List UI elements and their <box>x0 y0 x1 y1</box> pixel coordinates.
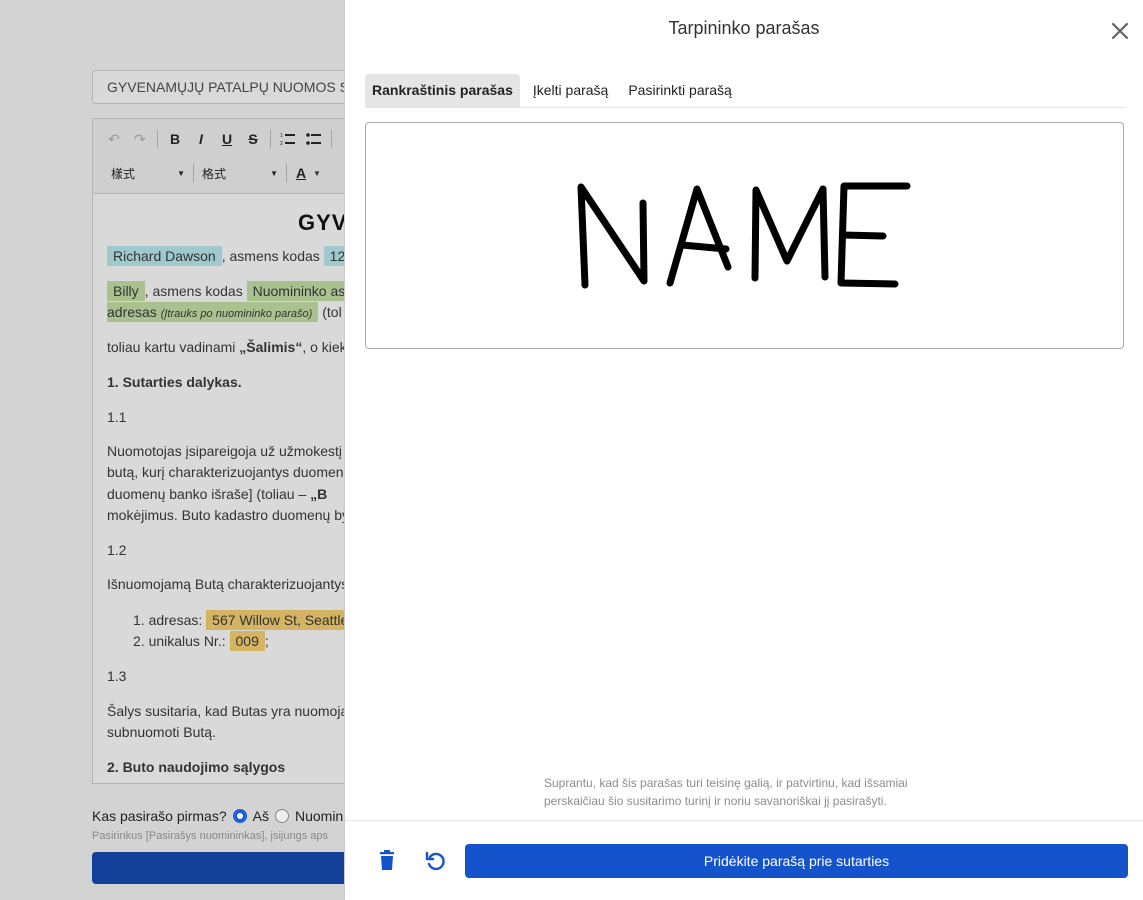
tab-choose[interactable]: Pasirinkti parašą <box>621 74 739 107</box>
landlord-name-field[interactable]: Richard Dawson <box>107 246 222 266</box>
clause-number: 1.2 <box>107 542 127 558</box>
signing-order: Kas pasirašo pirmas? Aš Nuomin <box>92 808 343 824</box>
radio-me[interactable] <box>232 809 247 823</box>
signature-pad[interactable] <box>365 122 1124 349</box>
toolbar-divider <box>157 130 158 148</box>
doc-line: Šalys susitaria, kad Butas yra nuomojan <box>107 703 352 719</box>
doc-line: Billy, asmens kodas Nuomininko as <box>107 281 351 302</box>
section-heading: 2. Buto naudojimo sąlygos <box>107 759 286 775</box>
bullet-list-icon[interactable] <box>301 127 327 151</box>
undo-icon[interactable]: ↶ <box>101 127 127 151</box>
toolbar-divider <box>286 164 287 182</box>
document-heading: GYV <box>298 210 348 235</box>
doc-line: adresas (Įtrauks po nuomininko parašo) (… <box>107 302 342 322</box>
toolbar-divider <box>331 130 332 148</box>
address-field[interactable]: 567 Willow St, Seattle <box>206 610 351 630</box>
doc-line: mokėjimus. Buto kadastro duomenų by <box>107 507 350 523</box>
doc-line: duomenų banko išraše] (toliau – „B <box>107 486 328 502</box>
signature-tabs: Rankraštinis parašas Įkelti parašą Pasir… <box>365 74 1124 108</box>
strikethrough-icon[interactable]: S <box>240 127 266 151</box>
toolbar-divider <box>270 130 271 148</box>
add-signature-button[interactable]: Pridėkite parašą prie sutarties <box>465 844 1128 878</box>
clause-number: 1.1 <box>107 409 127 425</box>
tab-handwritten[interactable]: Rankraštinis parašas <box>365 74 520 107</box>
radio-tenant-label[interactable]: Nuomin <box>295 808 343 824</box>
list-item: 2. unikalus Nr.: 009; <box>133 631 269 651</box>
doc-line: Richard Dawson, asmens kodas 123 <box>107 246 351 267</box>
font-color-icon[interactable]: A <box>291 161 311 185</box>
close-icon[interactable] <box>1109 20 1131 42</box>
doc-line: subnuomoti Butą. <box>107 724 216 740</box>
legal-disclaimer: Suprantu, kad šis parašas turi teisinę g… <box>544 776 908 808</box>
clause-number: 1.3 <box>107 668 127 684</box>
toolbar-divider <box>193 164 194 182</box>
radio-tenant[interactable] <box>274 809 289 823</box>
contract-title-input[interactable]: GYVENAMŲJŲ PATALPŲ NUOMOS S <box>92 70 362 104</box>
underline-icon[interactable]: U <box>214 127 240 151</box>
unique-number-field[interactable]: 009 <box>229 631 265 651</box>
bold-icon[interactable]: B <box>162 127 188 151</box>
who-signs-label: Kas pasirašo pirmas? <box>92 808 227 824</box>
chevron-down-icon[interactable]: ▼ <box>313 169 321 178</box>
drawer-footer: Pridėkite parašą prie sutarties <box>345 820 1143 900</box>
ordered-list-icon[interactable]: 12 <box>275 127 301 151</box>
redo-icon[interactable]: ↷ <box>127 127 153 151</box>
signing-hint: Pasirinkus [Pasirašys nuomininkas], įsij… <box>92 830 328 842</box>
handwritten-signature <box>577 182 911 289</box>
doc-line: toliau kartu vadinami „Šalimis“, o kiek <box>107 339 347 355</box>
italic-icon[interactable]: I <box>188 127 214 151</box>
section-heading: 1. Sutarties dalykas. <box>107 374 242 390</box>
background-primary-button[interactable] <box>92 852 362 884</box>
trash-icon[interactable] <box>375 849 399 873</box>
doc-line: butą, kurį charakterizuojantys duomen <box>107 464 344 480</box>
tenant-address-field[interactable]: adresas (Įtrauks po nuomininko parašo) <box>107 302 319 322</box>
svg-text:2: 2 <box>280 141 283 146</box>
style-select[interactable]: 樣式 ▼ <box>107 165 189 182</box>
tenant-name-field[interactable]: Billy <box>107 281 145 301</box>
undo-icon[interactable] <box>424 849 448 873</box>
contract-editor[interactable]: GYV Richard Dawson, asmens kodas 123 Bil… <box>92 194 352 784</box>
editor-toolbar: ↶ ↷ B I U S 12 樣式 ▼ 格式 ▼ A ▼ <box>92 118 362 194</box>
doc-line: Išnuomojamą Butą charakterizuojantys <box>107 576 349 592</box>
doc-line: Nuomotojas įsipareigoja už užmokestį <box>107 443 342 459</box>
tenant-code-field[interactable]: Nuomininko as <box>246 281 351 301</box>
list-item: 1. adresas: 567 Willow St, Seattle <box>133 610 351 631</box>
radio-me-label[interactable]: Aš <box>253 808 269 824</box>
svg-text:1: 1 <box>280 133 283 139</box>
format-select[interactable]: 格式 ▼ <box>198 165 282 182</box>
signature-drawer: Tarpininko parašas Rankraštinis parašas … <box>344 0 1143 900</box>
drawer-title: Tarpininko parašas <box>668 18 820 38</box>
tab-upload[interactable]: Įkelti parašą <box>526 74 615 107</box>
